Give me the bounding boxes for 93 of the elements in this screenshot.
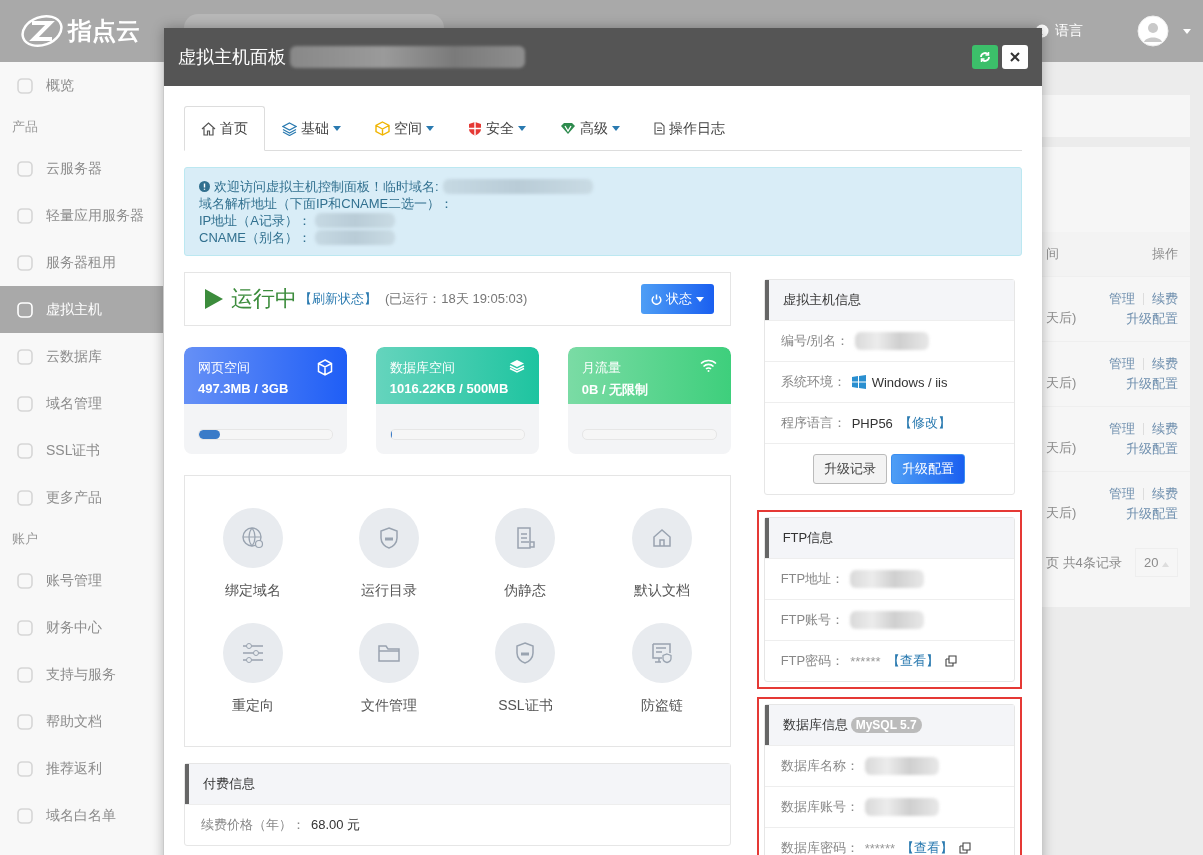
panel-title: 数据库信息 <box>782 716 848 734</box>
field-label: 数据库密码： <box>780 839 859 855</box>
field-label: 续费价格（年）： <box>201 816 305 834</box>
manage-link[interactable]: 管理 <box>1109 420 1135 438</box>
sidebar-item[interactable]: 财务中心 <box>0 604 163 651</box>
sidebar-item[interactable]: 虚拟主机 <box>0 286 163 333</box>
tool-button[interactable]: 重定向 <box>185 623 322 726</box>
tab[interactable]: 空间 <box>358 106 451 151</box>
sidebar-section-label: 产品 <box>11 118 39 136</box>
masked-password: ****** <box>850 653 881 669</box>
stat-title: 月流量 <box>581 359 622 377</box>
tool-button[interactable]: 运行目录 <box>321 508 458 611</box>
version-badge: MySQL 5.7 <box>850 717 922 733</box>
pagination-summary: 页 共4条记录 <box>1046 553 1122 572</box>
tool-button[interactable]: SSL证书 <box>457 623 594 726</box>
column-header: 操作 <box>1152 245 1178 263</box>
notice-text: 域名解析地址（下面IP和CNAME二选一）： <box>199 195 454 212</box>
page-size-select[interactable]: 20 <box>1134 548 1178 577</box>
field-label: 数据库名称： <box>780 757 859 775</box>
uptime-text: (已运行：18天 19:05:03) <box>385 290 528 308</box>
stat-title: 数据库空间 <box>389 359 456 377</box>
tool-button[interactable]: 伪静态 <box>457 508 594 611</box>
upgrade-link[interactable]: 升级配置 <box>1126 375 1178 393</box>
view-link[interactable]: 【查看】 <box>886 652 939 670</box>
tool-button[interactable]: 文件管理 <box>321 623 458 726</box>
upgrade-button[interactable]: 升级记录 <box>813 454 888 484</box>
due-text: 天后) <box>1046 374 1077 392</box>
stat-value: 0B / 无限制 <box>581 381 649 399</box>
view-link[interactable]: 【查看】 <box>901 839 953 855</box>
sidebar-item[interactable]: 云服务器 <box>0 145 163 192</box>
sidebar-item[interactable]: 域名白名单 <box>0 792 163 839</box>
masked-password: ****** <box>864 840 895 855</box>
sidebar-item[interactable]: 推荐返利 <box>0 745 163 792</box>
tab[interactable]: 操作日志 <box>637 106 742 151</box>
renew-link[interactable]: 续费 <box>1152 420 1178 438</box>
tab[interactable]: 安全 <box>451 106 543 151</box>
panel-title: FTP信息 <box>782 529 834 547</box>
sidebar-item[interactable]: 云数据库 <box>0 333 163 380</box>
column-header: 间 <box>1046 245 1059 263</box>
status-button[interactable]: 状态 <box>640 284 714 314</box>
tab[interactable]: 首页 <box>184 106 265 151</box>
due-text: 天后) <box>1046 309 1077 327</box>
upgrade-link[interactable]: 升级配置 <box>1126 310 1178 328</box>
field-label: 数据库账号： <box>780 798 859 816</box>
sidebar-item[interactable]: 概览 <box>0 62 163 109</box>
field-value: Windows / iis <box>871 374 948 390</box>
field-label: 系统环境： <box>780 373 846 391</box>
renew-link[interactable]: 续费 <box>1152 485 1178 503</box>
tab[interactable]: 基础 <box>265 106 358 151</box>
sidebar-item[interactable]: 账号管理 <box>0 557 163 604</box>
notice-text: 欢迎访问虚拟主机控制面板！临时域名: <box>214 178 439 195</box>
tool-button[interactable]: 默认文档 <box>593 508 730 611</box>
upgrade-link[interactable]: 升级配置 <box>1126 505 1178 523</box>
renew-link[interactable]: 续费 <box>1152 290 1178 308</box>
notice-text: IP地址（A记录）： <box>199 212 311 229</box>
field-label: FTP账号： <box>780 611 845 629</box>
field-label: FTP密码： <box>780 652 845 670</box>
sidebar-section-label: 账户 <box>11 530 39 548</box>
notice-text: CNAME（别名）： <box>199 229 311 246</box>
panel-title: 付费信息 <box>203 775 255 793</box>
upgrade-button[interactable]: 升级配置 <box>891 454 966 484</box>
edit-link[interactable]: 【修改】 <box>898 414 951 432</box>
tool-button[interactable]: 绑定域名 <box>185 508 322 611</box>
modal-title: 虚拟主机面板 <box>178 46 286 69</box>
due-text: 天后) <box>1046 439 1077 457</box>
sidebar-item[interactable]: 轻量应用服务器 <box>0 192 163 239</box>
status-text: 运行中 <box>231 285 297 313</box>
stat-title: 网页空间 <box>198 359 251 377</box>
manage-link[interactable]: 管理 <box>1109 485 1135 503</box>
sidebar-item[interactable]: SSL证书 <box>0 427 163 474</box>
field-label: 编号/别名： <box>780 332 850 350</box>
field-label: FTP地址： <box>780 570 845 588</box>
field-value: PHP56 <box>851 415 893 431</box>
renew-link[interactable]: 续费 <box>1152 355 1178 373</box>
stat-value: 497.3MB / 3GB <box>198 381 289 396</box>
panel-title: 虚拟主机信息 <box>782 291 861 309</box>
due-text: 天后) <box>1046 504 1077 522</box>
sidebar-item[interactable]: 域名管理 <box>0 380 163 427</box>
language-menu[interactable]: 语言 <box>1055 22 1083 40</box>
sidebar-item[interactable]: 帮助文档 <box>0 698 163 745</box>
field-label: 程序语言： <box>780 414 846 432</box>
sidebar-item[interactable]: 服务器租用 <box>0 239 163 286</box>
manage-link[interactable]: 管理 <box>1109 355 1135 373</box>
sidebar-item[interactable]: 更多产品 <box>0 474 163 521</box>
logo-text[interactable]: 指点云 <box>68 15 140 47</box>
manage-link[interactable]: 管理 <box>1109 290 1135 308</box>
refresh-status-link[interactable]: 【刷新状态】 <box>299 290 377 308</box>
upgrade-link[interactable]: 升级配置 <box>1126 440 1178 458</box>
field-value: 68.00 元 <box>311 816 361 834</box>
sidebar-item[interactable]: 支持与服务 <box>0 651 163 698</box>
stat-value: 1016.22KB / 500MB <box>389 381 509 396</box>
tab[interactable]: 高级 <box>543 106 637 151</box>
tool-button[interactable]: 防盗链 <box>593 623 730 726</box>
